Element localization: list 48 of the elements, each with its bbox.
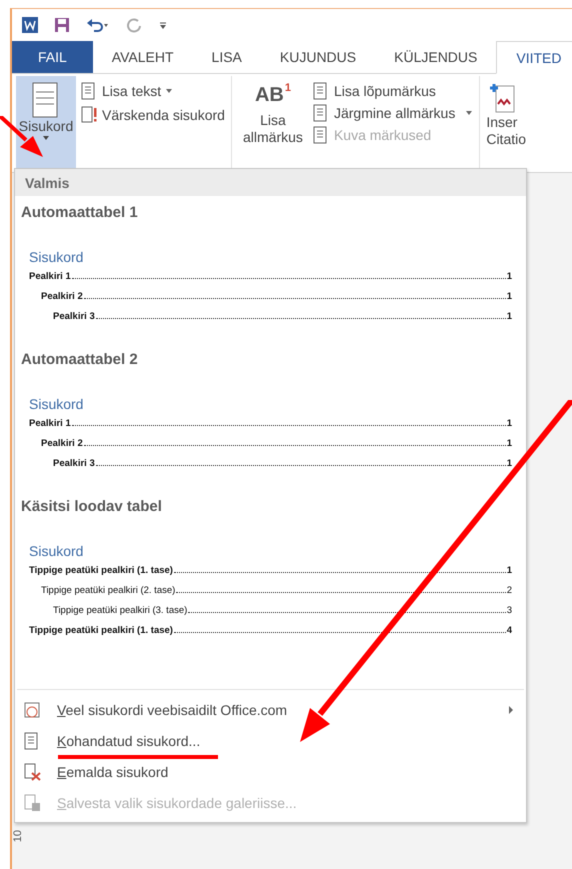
ribbon-command[interactable]: Lisa tekst <box>80 82 225 100</box>
document-delete-icon <box>23 762 41 780</box>
document-alert-icon <box>80 106 98 124</box>
save-icon <box>54 17 70 33</box>
ribbon-command[interactable]: Värskenda sisukord <box>80 106 225 124</box>
menu-item[interactable]: Eemalda sisukord <box>15 756 526 787</box>
toc-entry: Tippige peatüki pealkiri (2. tase) 2 <box>40 584 513 598</box>
caret-icon <box>42 135 50 141</box>
command-label: Kuva märkused <box>334 127 432 143</box>
insert-citation-button[interactable]: Inser Citatio <box>486 76 532 172</box>
toc-title: Sisukord <box>29 543 84 559</box>
ribbon-tab[interactable]: VIITED <box>496 41 572 74</box>
footnote-number: 1 <box>284 82 291 94</box>
toc-entry: Tippige peatüki pealkiri (1. tase) 1 <box>28 564 513 578</box>
command-label: Lisa tekst <box>102 83 162 99</box>
undo-icon <box>86 17 110 33</box>
toc-entry: Pealkiri 1 1 <box>28 417 513 431</box>
toc-entry: Pealkiri 2 1 <box>40 437 513 451</box>
toc-entry: Pealkiri 3 1 <box>52 310 513 324</box>
toc-entry: Pealkiri 3 1 <box>52 457 513 471</box>
toc-entry: Tippige peatüki pealkiri (1. tase) 4 <box>28 624 513 638</box>
ribbon-command[interactable]: Järgmine allmärkus <box>312 104 474 122</box>
toc-title: Sisukord <box>29 396 84 412</box>
command-label: Lisa lõpumärkus <box>334 83 436 99</box>
menu-item[interactable]: Kohandatud sisukord... <box>15 725 526 756</box>
globe-document-icon <box>23 700 41 718</box>
command-label: Värskenda sisukord <box>102 107 225 123</box>
gallery-section-title: Automaattabel 2 <box>21 351 139 368</box>
toc-title: Sisukord <box>29 249 84 265</box>
word-logo-icon <box>22 17 38 33</box>
gallery-header: Valmis <box>15 169 526 196</box>
ribbon-command[interactable]: Lisa lõpumärkus <box>312 82 474 100</box>
document-save-icon <box>23 794 41 812</box>
ribbon-tab[interactable]: FAIL <box>12 41 93 73</box>
button-label: Lisa <box>260 112 286 129</box>
toc-entry: Pealkiri 1 1 <box>28 270 513 284</box>
gallery-section-title: Käsitsi loodav tabel <box>21 498 163 515</box>
toc-entry: Pealkiri 2 1 <box>40 290 513 304</box>
redo-icon <box>126 17 142 33</box>
menu-item[interactable]: Veel sisukordi veebisaidilt Office.com <box>15 694 526 725</box>
toc-entry: Tippige peatüki pealkiri (3. tase) 3 <box>52 604 513 618</box>
customize-icon <box>158 20 168 30</box>
button-label: Inser <box>486 114 518 131</box>
button-label: Citatio <box>486 131 526 148</box>
ruler-number: 10 <box>12 830 25 842</box>
gallery-section-title: Automaattabel 1 <box>21 204 139 221</box>
button-label: allmärkus <box>243 129 303 146</box>
command-label: Järgmine allmärkus <box>334 105 456 121</box>
